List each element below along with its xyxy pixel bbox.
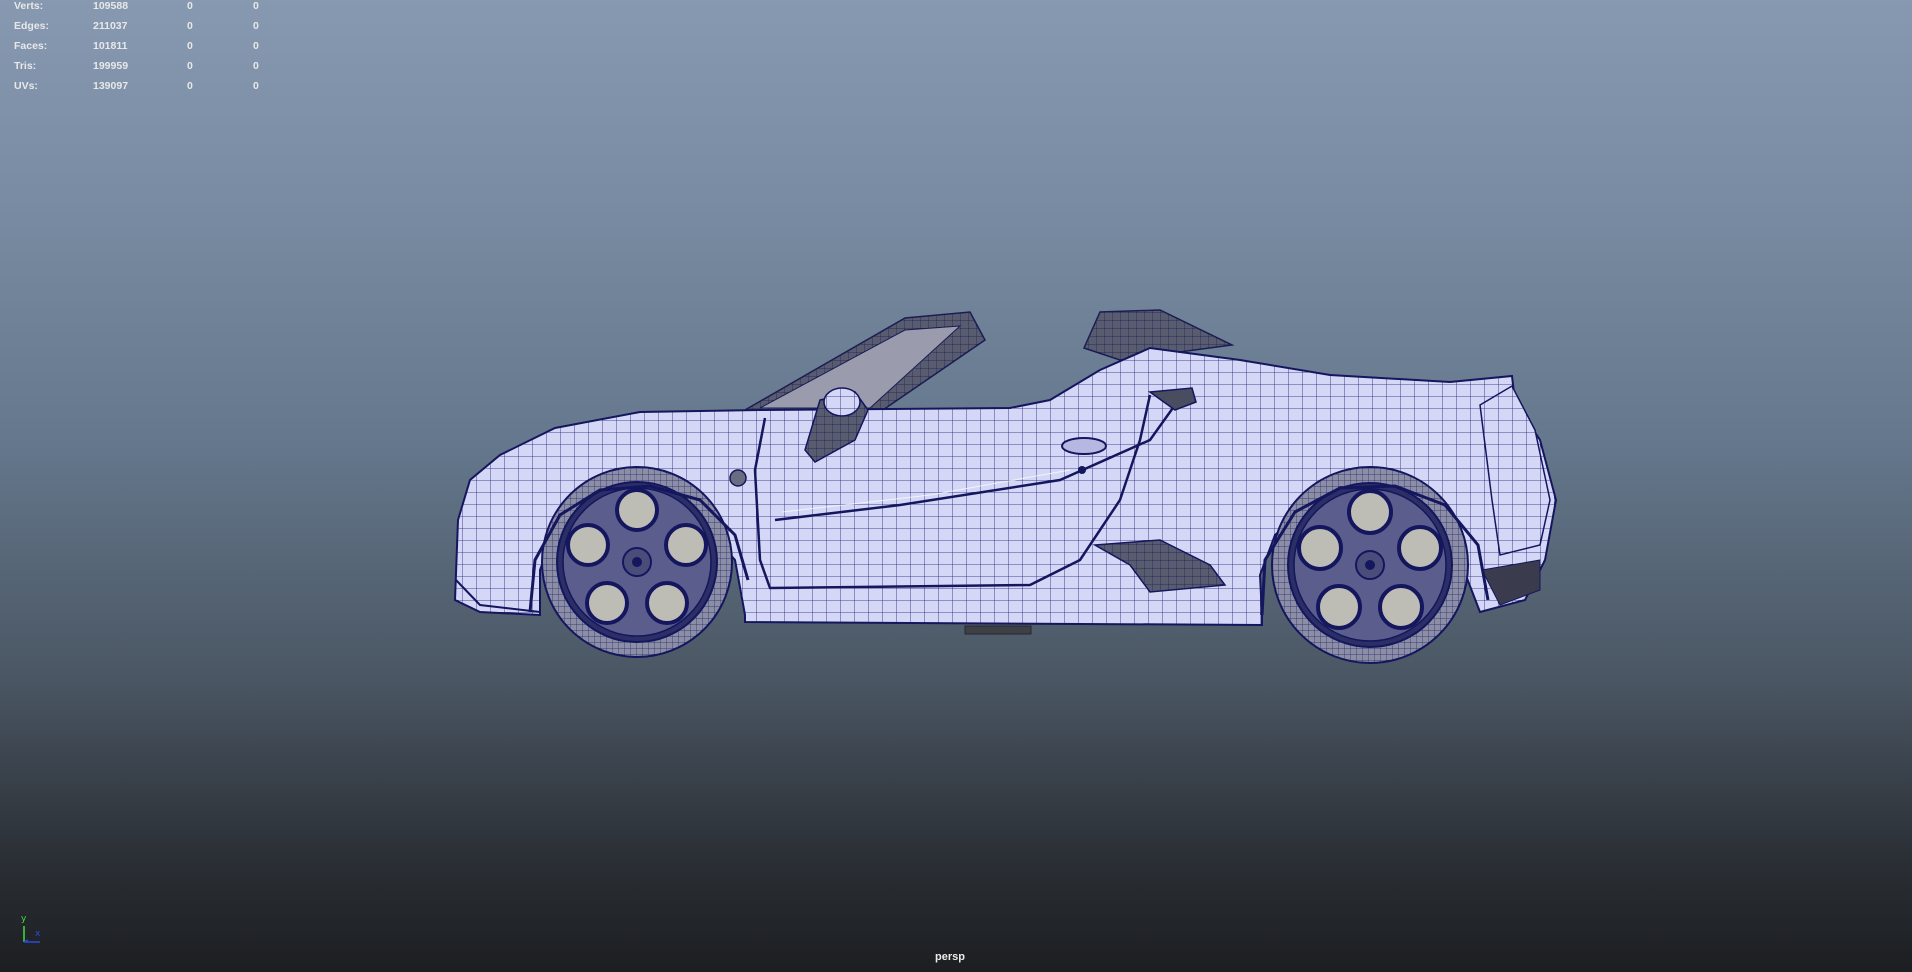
axis-orientation-gizmo: y x xyxy=(16,914,56,946)
axis-x-label: x xyxy=(35,929,41,939)
axis-y-label: y xyxy=(21,914,27,924)
maya-perspective-viewport[interactable]: Verts: 109588 0 0 Edges: 211037 0 0 Face… xyxy=(0,0,1912,972)
rear-wheel xyxy=(1271,466,1469,664)
car-wireframe-model[interactable] xyxy=(0,0,1912,972)
windshield-frame xyxy=(742,311,986,413)
camera-name-label: persp xyxy=(935,951,965,963)
front-wheel xyxy=(541,466,733,658)
